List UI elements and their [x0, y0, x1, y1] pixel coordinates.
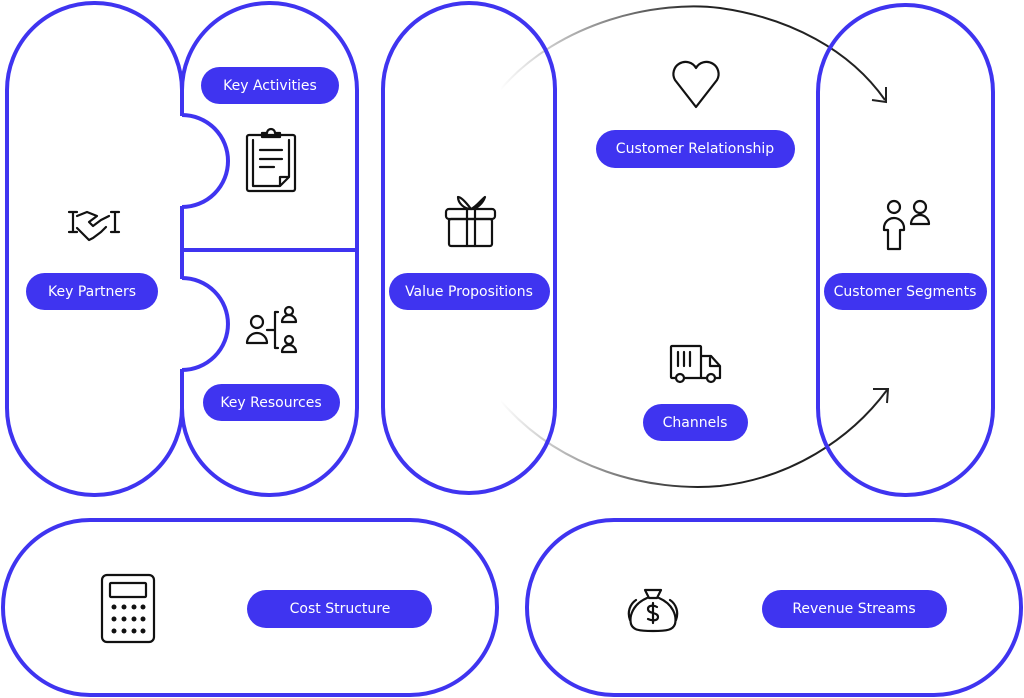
clipboard-icon [245, 127, 297, 193]
handshake-icon [67, 210, 121, 242]
key-partners-block [5, 1, 184, 497]
business-model-canvas: Key Activities Key Partners Key Resource… [1, 1, 1023, 697]
value-propositions-block [381, 1, 557, 495]
svg-text:Channels: Channels [663, 415, 728, 431]
svg-text:Key Resources: Key Resources [220, 395, 321, 411]
key-activities-label: Key Activities [201, 67, 339, 104]
truck-icon [669, 344, 722, 384]
channels-label: Channels [643, 404, 748, 441]
svg-text:Key Partners: Key Partners [48, 284, 136, 300]
heart-icon [672, 60, 720, 109]
svg-text:Key Activities: Key Activities [223, 78, 317, 94]
gift-icon [444, 195, 497, 248]
key-resources-label: Key Resources [203, 384, 340, 421]
customer-segments-label: Customer Segments [824, 273, 987, 310]
customer-relationship-label: Customer Relationship [596, 130, 795, 168]
customer-segments-block [816, 3, 995, 497]
svg-text:Revenue Streams: Revenue Streams [792, 601, 915, 617]
key-partners-label: Key Partners [26, 273, 158, 310]
svg-text:Value Propositions: Value Propositions [405, 284, 533, 300]
revenue-streams-label: Revenue Streams [762, 590, 947, 628]
svg-text:Customer Relationship: Customer Relationship [616, 141, 775, 157]
calculator-icon [100, 573, 156, 644]
value-propositions-label: Value Propositions [389, 273, 550, 310]
money-bag-icon [627, 588, 679, 633]
svg-text:Customer Segments: Customer Segments [834, 284, 977, 300]
svg-text:Cost Structure: Cost Structure [290, 601, 391, 617]
cost-structure-label: Cost Structure [247, 590, 432, 628]
people-network-icon [245, 305, 298, 354]
users-icon [882, 199, 931, 251]
